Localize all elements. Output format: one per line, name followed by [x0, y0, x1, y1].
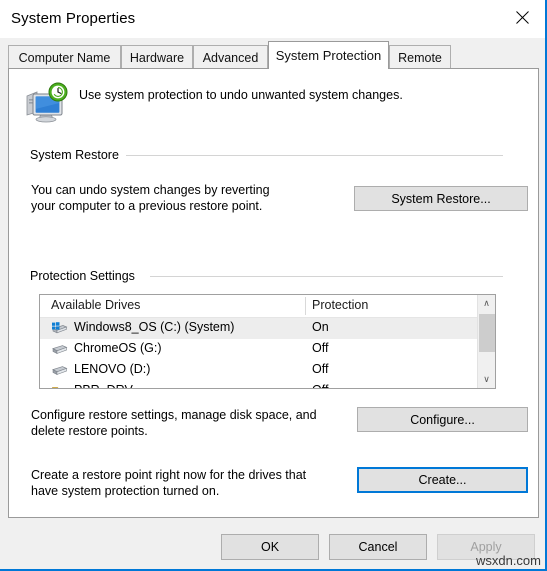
windows-drive-icon: [51, 322, 68, 335]
hard-drive-icon: [51, 364, 68, 377]
scroll-down-icon[interactable]: ∨: [478, 371, 495, 388]
window-title: System Properties: [11, 10, 136, 27]
drive-name: LENOVO (D:): [74, 362, 151, 376]
system-properties-dialog: System Properties Computer Name Hardware…: [0, 0, 547, 571]
column-divider[interactable]: [305, 297, 306, 315]
tab-label: Advanced: [202, 50, 259, 65]
configure-button[interactable]: Configure...: [357, 407, 528, 432]
drive-name: ChromeOS (G:): [74, 341, 162, 355]
tab-label: System Protection: [275, 48, 382, 63]
watermark: wsxdn.com: [475, 553, 541, 568]
scroll-up-icon[interactable]: ∧: [478, 295, 495, 312]
tab-hardware[interactable]: Hardware: [121, 45, 193, 69]
configure-description-line2: delete restore points.: [31, 424, 148, 438]
drive-list-header: Available Drives Protection: [40, 295, 495, 318]
tab-remote[interactable]: Remote: [389, 45, 451, 69]
drive-list-scrollbar[interactable]: ∧ ∨: [477, 295, 495, 388]
tab-advanced[interactable]: Advanced: [193, 45, 268, 69]
tab-label: Computer Name: [18, 50, 111, 65]
cancel-button[interactable]: Cancel: [329, 534, 427, 560]
tab-system-protection[interactable]: System Protection: [268, 41, 389, 69]
protection-settings-group-rule: [150, 276, 503, 277]
create-button[interactable]: Create...: [357, 467, 528, 493]
configure-description: Configure restore settings, manage disk …: [31, 407, 351, 439]
protection-settings-group-label: Protection Settings: [30, 269, 142, 283]
drive-name: PBR_DRV: [74, 383, 133, 388]
drive-protection-status: On: [312, 320, 329, 334]
system-restore-description-line2: your computer to a previous restore poin…: [31, 199, 263, 213]
table-row[interactable]: LENOVO (D:) Off: [40, 360, 477, 381]
system-restore-button[interactable]: System Restore...: [354, 186, 528, 211]
tab-label: Remote: [398, 50, 442, 65]
tab-label: Hardware: [129, 50, 185, 65]
scrollbar-thumb[interactable]: [479, 314, 495, 352]
drive-name: Windows8_OS (C:) (System): [74, 320, 235, 334]
create-description-line2: have system protection turned on.: [31, 484, 220, 498]
drive-protection-status: Off: [312, 383, 328, 388]
table-row[interactable]: Windows8_OS (C:) (System) On: [40, 318, 477, 339]
system-restore-group-label: System Restore: [30, 148, 126, 162]
intro-description: Use system protection to undo unwanted s…: [79, 88, 403, 102]
column-header-protection[interactable]: Protection: [312, 298, 368, 312]
hard-drive-icon: [51, 343, 68, 356]
tab-strip: Computer Name Hardware Advanced System P…: [0, 38, 545, 69]
configure-description-line1: Configure restore settings, manage disk …: [31, 408, 317, 422]
available-drives-list[interactable]: Available Drives Protection Windows8_OS …: [39, 294, 496, 389]
tab-computer-name[interactable]: Computer Name: [8, 45, 121, 69]
drive-protection-status: Off: [312, 362, 329, 376]
system-protection-panel: Use system protection to undo unwanted s…: [8, 68, 539, 518]
close-icon[interactable]: [499, 0, 545, 34]
ok-button[interactable]: OK: [221, 534, 319, 560]
create-description: Create a restore point right now for the…: [31, 467, 351, 499]
column-header-available-drives[interactable]: Available Drives: [51, 298, 140, 312]
title-bar: System Properties: [0, 0, 545, 38]
system-restore-description: You can undo system changes by reverting…: [31, 182, 321, 214]
system-restore-description-line1: You can undo system changes by reverting: [31, 183, 270, 197]
drive-protection-status: Off: [312, 341, 329, 355]
system-restore-computer-clock-icon: [23, 82, 69, 124]
system-restore-group-rule: [126, 155, 503, 156]
table-row[interactable]: PBR_DRV Off: [40, 381, 477, 388]
create-description-line1: Create a restore point right now for the…: [31, 468, 307, 482]
close-glyph: [515, 10, 529, 24]
dialog-footer: OK Cancel Apply wsxdn.com: [0, 518, 545, 569]
table-row[interactable]: ChromeOS (G:) Off: [40, 339, 477, 360]
folder-drive-icon: [51, 385, 68, 388]
